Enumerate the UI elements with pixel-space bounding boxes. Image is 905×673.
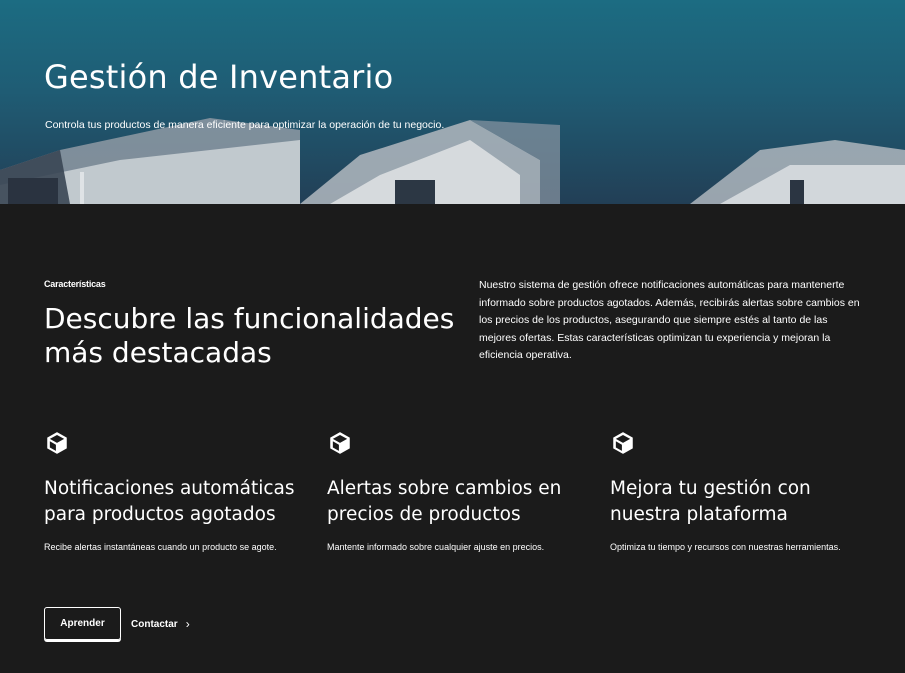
contact-label: Contactar [131, 618, 178, 630]
feature-title: Notificaciones automáticas para producto… [44, 478, 295, 525]
feature-description: Mantente informado sobre cualquier ajust… [327, 542, 545, 552]
feature-description: Optimiza tu tiempo y recursos con nuestr… [610, 542, 841, 552]
section-eyebrow: Características [44, 279, 106, 289]
features-section: Características Descubre las funcionalid… [0, 204, 905, 673]
section-intro: Nuestro sistema de gestión ofrece notifi… [479, 279, 860, 361]
feature-description: Recibe alertas instantáneas cuando un pr… [44, 542, 277, 552]
cube-icon [613, 432, 633, 454]
chevron-right-icon: › [185, 617, 190, 631]
hero-banner: Gestión de Inventario Controla tus produ… [0, 0, 905, 204]
feature-title: Alertas sobre cambios en precios de prod… [327, 478, 562, 525]
learn-button[interactable]: Aprender [44, 607, 121, 640]
cube-icon [330, 432, 350, 454]
building-background-image [0, 118, 905, 204]
page-subtitle: Controla tus productos de manera eficien… [45, 119, 445, 131]
cube-icon [47, 432, 67, 454]
feature-card: Alertas sobre cambios en precios de prod… [327, 430, 597, 552]
page-title: Gestión de Inventario [44, 58, 394, 96]
feature-card: Mejora tu gestión con nuestra plataforma… [610, 430, 880, 552]
contact-link[interactable]: Contactar › [131, 615, 190, 633]
section-headline: Descubre las funcionalidades más destaca… [44, 302, 455, 369]
feature-title: Mejora tu gestión con nuestra plataforma [610, 478, 811, 525]
feature-card: Notificaciones automáticas para producto… [44, 430, 314, 552]
